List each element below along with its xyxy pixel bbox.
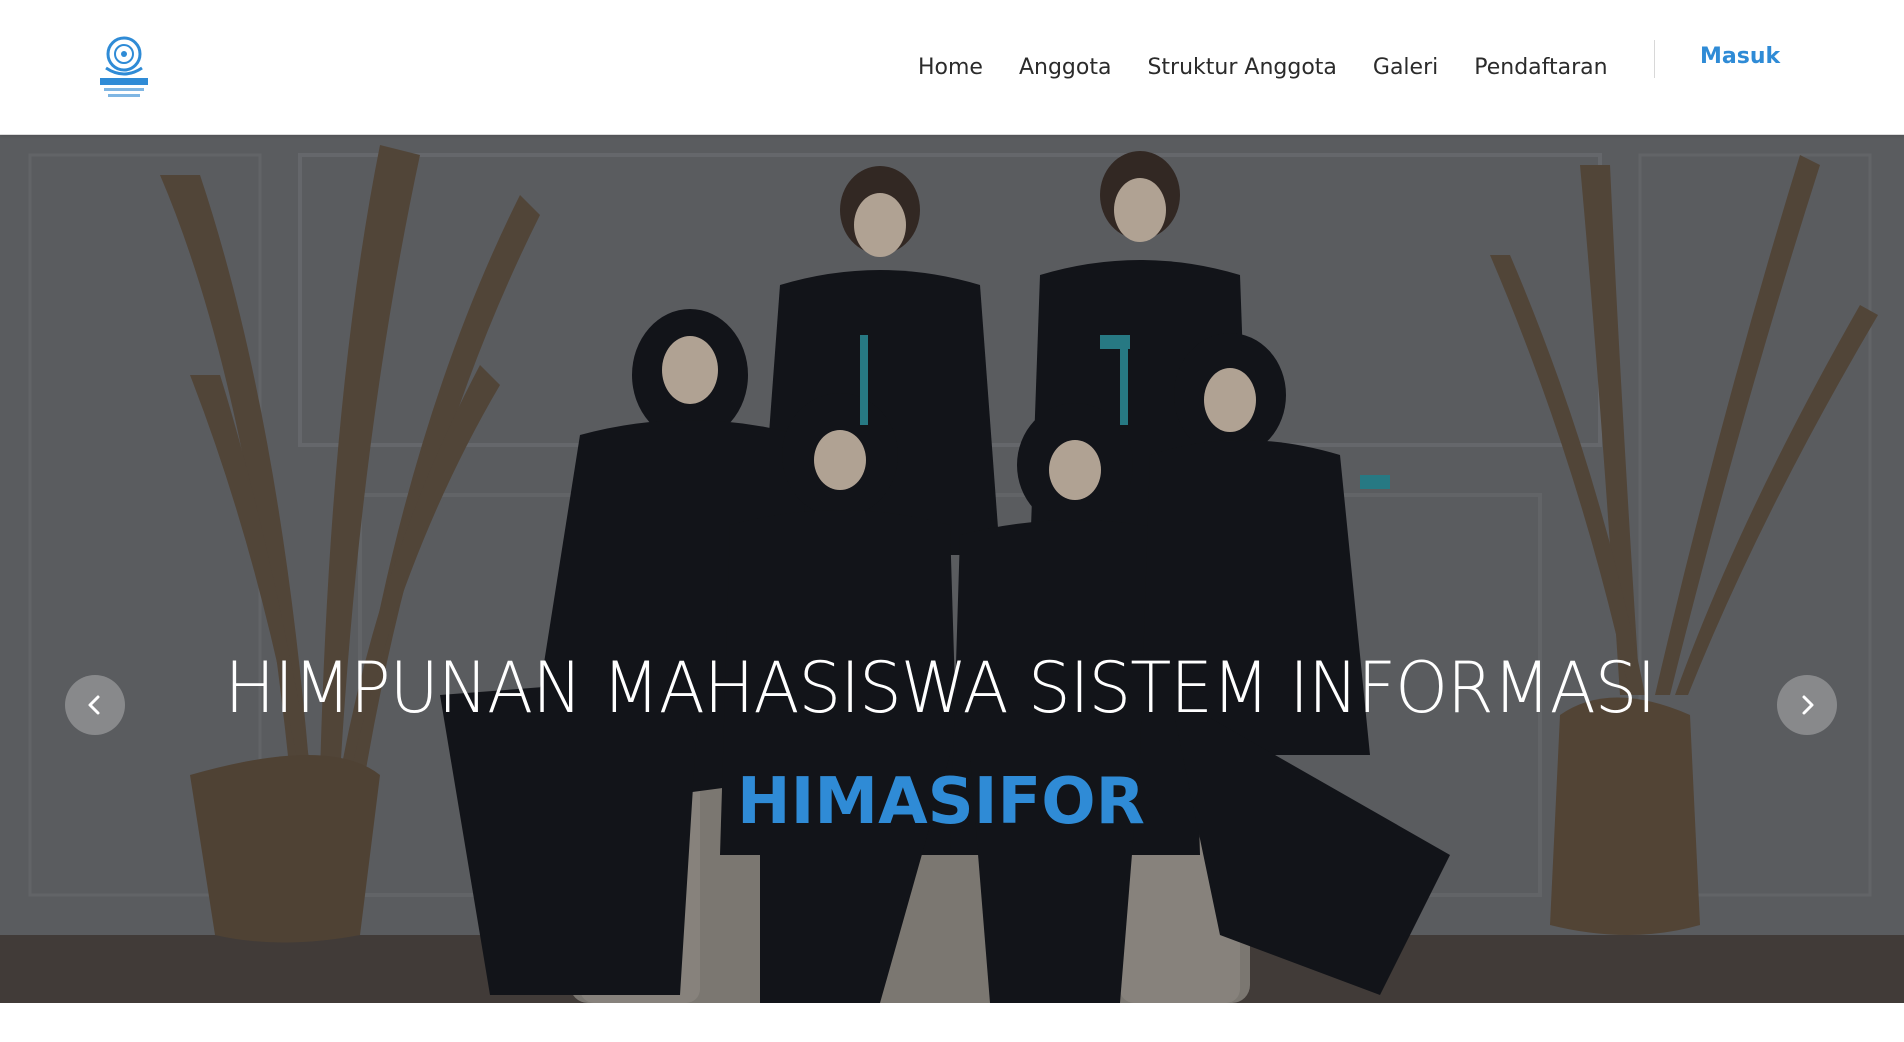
nav-anggota[interactable]: Anggota — [1019, 55, 1112, 80]
himasifor-logo-icon[interactable] — [96, 34, 152, 102]
carousel-prev-button[interactable] — [65, 675, 125, 735]
nav-divider — [1654, 40, 1655, 78]
hero-background-photo — [0, 135, 1904, 1003]
main-nav: Home Anggota Struktur Anggota Galeri Pen… — [918, 0, 1644, 134]
nav-pendaftaran[interactable]: Pendaftaran — [1474, 55, 1607, 80]
login-link[interactable]: Masuk — [1700, 44, 1780, 69]
carousel-next-button[interactable] — [1777, 675, 1837, 735]
nav-home[interactable]: Home — [918, 55, 983, 80]
hero-subtitle: HIMASIFOR — [737, 765, 1145, 839]
chevron-right-icon — [1802, 695, 1814, 715]
site-navbar: Home Anggota Struktur Anggota Galeri Pen… — [0, 0, 1904, 135]
hero-title: HIMPUNAN MAHASISWA SISTEM INFORMASI — [224, 647, 1657, 729]
chevron-left-icon — [88, 695, 100, 715]
page-content-area — [0, 1003, 1904, 1042]
nav-struktur-anggota[interactable]: Struktur Anggota — [1147, 55, 1336, 80]
hero-carousel: HIMPUNAN MAHASISWA SISTEM INFORMASI HIMA… — [0, 135, 1904, 1003]
nav-galeri[interactable]: Galeri — [1373, 55, 1438, 80]
